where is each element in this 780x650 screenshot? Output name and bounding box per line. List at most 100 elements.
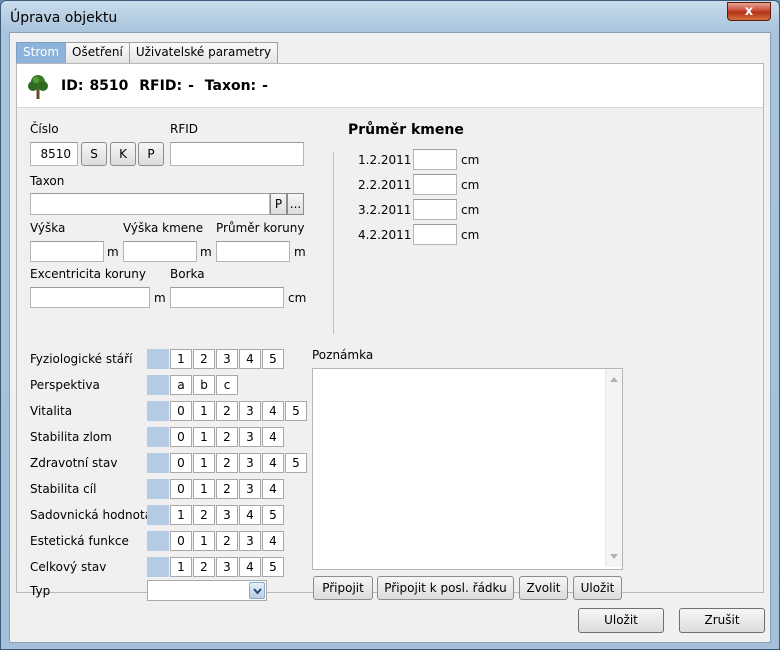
- rating-option[interactable]: 5: [262, 505, 284, 525]
- taxon-input[interactable]: [30, 193, 270, 215]
- rating-option[interactable]: 4: [262, 453, 284, 473]
- rating-option[interactable]: 4: [262, 531, 284, 551]
- dropdown-arrow[interactable]: [249, 582, 265, 599]
- rfid-input[interactable]: [170, 142, 304, 166]
- rating-option[interactable]: 3: [216, 557, 238, 577]
- rating-option[interactable]: 4: [262, 401, 284, 421]
- vyska-input[interactable]: [30, 241, 104, 262]
- note-ulozit-button[interactable]: Uložit: [573, 576, 622, 600]
- rating-option[interactable]: 3: [239, 531, 261, 551]
- tab-uzivatelske-parametry[interactable]: Uživatelské parametry: [128, 42, 279, 63]
- rating-selection-swatch[interactable]: [147, 349, 169, 369]
- note-textarea[interactable]: [312, 368, 623, 570]
- rating-selection-swatch[interactable]: [147, 401, 169, 421]
- save-button[interactable]: Uložit: [578, 608, 664, 633]
- rating-option[interactable]: 2: [216, 453, 238, 473]
- rating-option[interactable]: 1: [193, 531, 215, 551]
- rating-selection-swatch[interactable]: [147, 505, 169, 525]
- cislo-p-button[interactable]: P: [138, 142, 164, 166]
- rating-label: Sadovnická hodnota: [30, 508, 153, 522]
- rating-row: 012345: [147, 401, 307, 421]
- tab-strom[interactable]: Strom: [16, 42, 67, 64]
- vyska-kmene-unit: m: [200, 245, 212, 259]
- rating-option[interactable]: 2: [216, 427, 238, 447]
- rating-option[interactable]: 3: [216, 505, 238, 525]
- rating-option[interactable]: 1: [170, 557, 192, 577]
- rating-option[interactable]: 1: [193, 401, 215, 421]
- rating-selection-swatch[interactable]: [147, 427, 169, 447]
- rating-option[interactable]: 2: [216, 531, 238, 551]
- rating-option[interactable]: 3: [239, 453, 261, 473]
- rating-label: Stabilita cíl: [30, 482, 97, 496]
- rating-option[interactable]: 3: [239, 427, 261, 447]
- rating-option[interactable]: 5: [285, 401, 307, 421]
- trunk-value-1[interactable]: [413, 149, 457, 170]
- rating-option[interactable]: 1: [193, 427, 215, 447]
- rating-option[interactable]: 2: [216, 479, 238, 499]
- note-pripojit-button[interactable]: Připojit: [313, 576, 373, 600]
- trunk-value-4[interactable]: [413, 224, 457, 245]
- rating-selection-swatch[interactable]: [147, 375, 169, 395]
- rating-option[interactable]: 1: [193, 453, 215, 473]
- prumer-koruny-label: Průměr koruny: [216, 221, 305, 235]
- rating-option[interactable]: 5: [285, 453, 307, 473]
- rating-row: 01234: [147, 479, 284, 499]
- rating-option[interactable]: 4: [262, 479, 284, 499]
- rating-option[interactable]: a: [170, 375, 192, 395]
- rating-option[interactable]: 3: [216, 349, 238, 369]
- excentricita-input[interactable]: [30, 287, 150, 308]
- borka-input[interactable]: [170, 287, 284, 308]
- rating-option[interactable]: 4: [239, 505, 261, 525]
- vyska-unit: m: [107, 245, 119, 259]
- rating-selection-swatch[interactable]: [147, 453, 169, 473]
- cancel-button[interactable]: Zrušit: [679, 608, 765, 633]
- rating-option[interactable]: 4: [262, 427, 284, 447]
- dialog-window: Úprava objektu x Strom Ošetření Uživatel…: [0, 0, 780, 650]
- chevron-down-icon: [253, 588, 262, 595]
- rating-option[interactable]: 1: [193, 479, 215, 499]
- rating-option[interactable]: 4: [239, 557, 261, 577]
- rating-option[interactable]: 4: [239, 349, 261, 369]
- vyska-kmene-input[interactable]: [123, 241, 197, 262]
- rating-option[interactable]: 3: [239, 401, 261, 421]
- rating-option[interactable]: 1: [170, 349, 192, 369]
- rating-selection-swatch[interactable]: [147, 531, 169, 551]
- taxon-p-button[interactable]: P: [270, 193, 287, 215]
- rating-option[interactable]: 0: [170, 479, 192, 499]
- taxon-browse-button[interactable]: ...: [287, 193, 304, 215]
- close-button[interactable]: x: [727, 2, 771, 21]
- rating-row: 12345: [147, 349, 284, 369]
- rating-option[interactable]: 0: [170, 401, 192, 421]
- rating-option[interactable]: c: [216, 375, 238, 395]
- rating-option[interactable]: 2: [216, 401, 238, 421]
- cislo-s-button[interactable]: S: [81, 142, 107, 166]
- rating-option[interactable]: 2: [193, 557, 215, 577]
- rating-option[interactable]: 0: [170, 427, 192, 447]
- rating-option[interactable]: 2: [193, 349, 215, 369]
- rating-option[interactable]: 5: [262, 349, 284, 369]
- rating-option[interactable]: 3: [239, 479, 261, 499]
- note-scrollbar[interactable]: [605, 369, 622, 567]
- cislo-input[interactable]: 8510: [30, 142, 78, 166]
- rating-option[interactable]: b: [193, 375, 215, 395]
- scroll-down-icon[interactable]: [610, 554, 618, 559]
- note-pripojit-k-radku-button[interactable]: Připojit k posl. řádku: [377, 576, 514, 600]
- tab-osetreni[interactable]: Ošetření: [65, 42, 130, 63]
- rating-selection-swatch[interactable]: [147, 479, 169, 499]
- rating-selection-swatch[interactable]: [147, 557, 169, 577]
- tab-strip: Strom Ošetření Uživatelské parametry: [16, 42, 279, 64]
- trunk-value-2[interactable]: [413, 174, 457, 195]
- rfid-field-label: RFID: [170, 122, 199, 136]
- rating-option[interactable]: 0: [170, 531, 192, 551]
- rating-option[interactable]: 0: [170, 453, 192, 473]
- rating-option[interactable]: 2: [193, 505, 215, 525]
- note-zvolit-button[interactable]: Zvolit: [519, 576, 568, 600]
- rating-option[interactable]: 1: [170, 505, 192, 525]
- trunk-unit-1: cm: [461, 153, 480, 167]
- prumer-koruny-input[interactable]: [216, 241, 290, 262]
- trunk-value-3[interactable]: [413, 199, 457, 220]
- rating-option[interactable]: 5: [262, 557, 284, 577]
- scroll-up-icon[interactable]: [610, 377, 618, 382]
- cislo-k-button[interactable]: K: [110, 142, 136, 166]
- typ-select[interactable]: [147, 580, 267, 601]
